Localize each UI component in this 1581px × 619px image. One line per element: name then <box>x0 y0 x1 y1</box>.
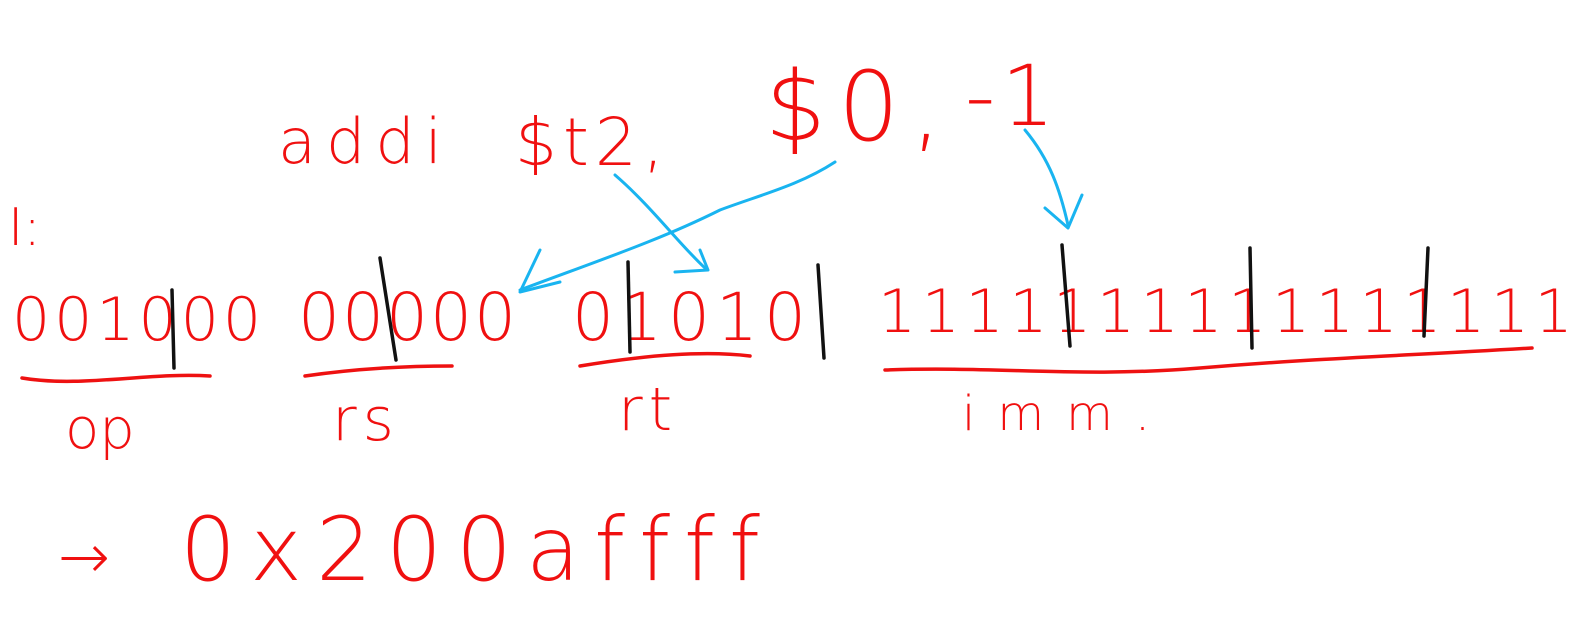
separator <box>1248 246 1254 350</box>
imm-underline <box>883 346 1534 374</box>
imm-label: imm. <box>962 386 1172 442</box>
op-underline <box>20 373 212 384</box>
rt-label: rt <box>618 375 678 445</box>
arrow-dest-to-rt <box>613 173 707 270</box>
dest-register: $t2, <box>515 104 670 181</box>
op-bits: 001000 <box>12 285 265 355</box>
mnemonic: addi <box>278 105 452 178</box>
src-register: $0, <box>765 51 954 163</box>
imm-bits: 1111111111111111 <box>878 277 1578 347</box>
rs-label: rs <box>332 385 400 455</box>
format-label: I: <box>8 198 41 258</box>
result-arrow: → <box>58 520 110 593</box>
result-hex: 0x200affff <box>180 498 774 601</box>
separator <box>170 288 176 370</box>
immediate-value: -1 <box>965 47 1061 145</box>
rs-underline <box>303 364 454 378</box>
arrowhead-icon <box>518 248 562 294</box>
rt-bits: 01010 <box>572 279 812 356</box>
separator <box>816 263 826 360</box>
rs-bits: 00000 <box>298 279 518 356</box>
op-label: op <box>65 397 135 462</box>
separator <box>626 260 632 354</box>
addi-encoding-diagram: addi $t2, $0, -1 I: 001000 00000 01010 1… <box>8 47 1578 601</box>
